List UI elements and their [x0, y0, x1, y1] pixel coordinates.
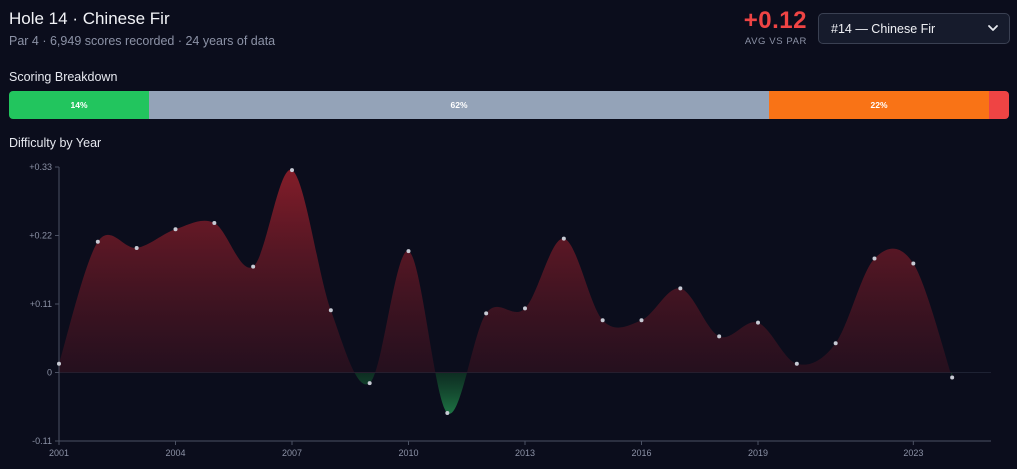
- data-point[interactable]: [406, 249, 411, 254]
- x-tick-label: 2016: [631, 448, 651, 458]
- y-tick-label: 0: [47, 368, 52, 378]
- data-point[interactable]: [445, 410, 450, 415]
- y-tick-label: +0.22: [29, 231, 52, 241]
- data-point[interactable]: [794, 361, 799, 366]
- y-tick-label: -0.11: [32, 436, 52, 446]
- breakdown-segment: 22%: [769, 91, 989, 119]
- data-point[interactable]: [561, 236, 566, 241]
- difficulty-chart: -0.11 0 +0.11 +0.22 +0.33 2001 2004 2007 2010 201…: [29, 162, 991, 458]
- positive-area: [59, 170, 953, 373]
- data-point[interactable]: [950, 375, 955, 380]
- scoring-breakdown-title: Scoring Breakdown: [9, 70, 118, 84]
- data-point[interactable]: [833, 341, 838, 346]
- data-point[interactable]: [95, 239, 100, 244]
- data-point[interactable]: [328, 308, 333, 313]
- data-point[interactable]: [678, 286, 683, 291]
- data-point[interactable]: [639, 318, 644, 323]
- avg-vs-par-value: +0.12: [743, 7, 807, 34]
- x-tick-label: 2007: [282, 448, 302, 458]
- hole-select-value: #14 — Chinese Fir: [831, 21, 936, 36]
- y-tick-label: +0.33: [29, 162, 52, 172]
- breakdown-segment: 62%: [149, 91, 769, 119]
- y-tick-label: +0.11: [30, 299, 52, 309]
- data-point[interactable]: [57, 361, 61, 366]
- data-point[interactable]: [872, 256, 877, 261]
- x-tick-label: 2023: [903, 448, 923, 458]
- data-point[interactable]: [484, 311, 489, 316]
- avg-vs-par-label: AVG VS PAR: [744, 36, 807, 47]
- data-point[interactable]: [367, 381, 372, 386]
- x-tick-label: 2013: [515, 448, 535, 458]
- data-point[interactable]: [717, 334, 722, 339]
- data-point[interactable]: [173, 227, 178, 232]
- data-point[interactable]: [212, 221, 217, 226]
- hole-select[interactable]: #14 — Chinese Fir: [818, 13, 1010, 44]
- data-point[interactable]: [523, 306, 527, 311]
- x-tick-label: 2004: [165, 448, 185, 458]
- data-point[interactable]: [600, 318, 605, 323]
- chevron-down-icon: [988, 25, 998, 31]
- x-tick-label: 2001: [49, 448, 69, 458]
- hole-subtitle: Par 4 · 6,949 scores recorded · 24 years…: [9, 34, 276, 48]
- data-point[interactable]: [290, 168, 294, 173]
- avg-vs-par-stat: +0.12 AVG VS PAR: [744, 6, 807, 47]
- difficulty-by-year-title: Difficulty by Year: [9, 136, 102, 150]
- data-point[interactable]: [756, 320, 760, 325]
- page-title: Hole 14 · Chinese Fir: [9, 9, 170, 28]
- data-point[interactable]: [251, 264, 256, 269]
- x-tick-label: 2019: [748, 448, 768, 458]
- data-point[interactable]: [134, 245, 139, 250]
- x-tick-label: 2010: [398, 448, 418, 458]
- breakdown-segment: 14%: [9, 91, 149, 119]
- data-point[interactable]: [911, 261, 916, 266]
- breakdown-segment: [989, 91, 1009, 119]
- scoring-breakdown-bar: 14% 62% 22%: [9, 91, 1009, 119]
